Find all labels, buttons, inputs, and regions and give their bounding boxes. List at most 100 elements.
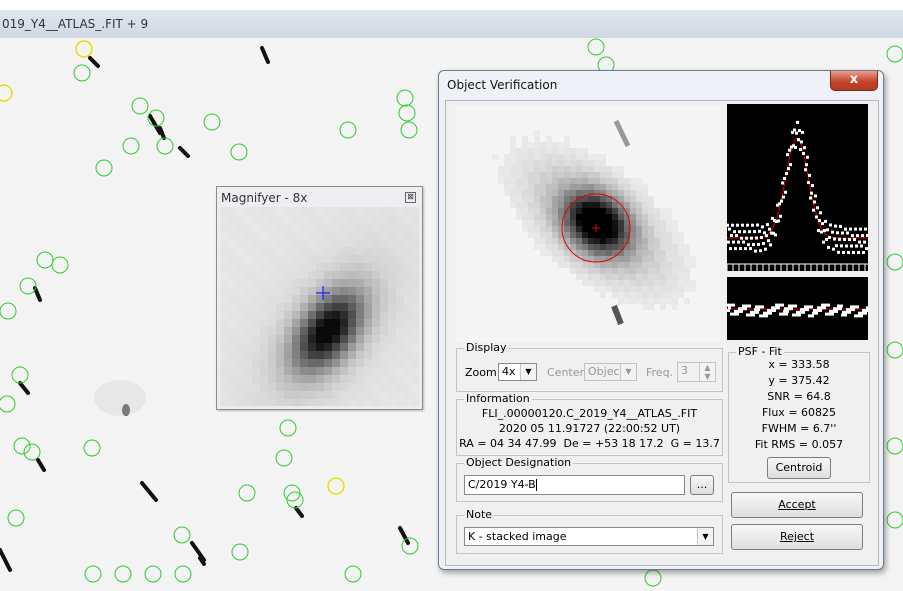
object-pixel [624, 286, 630, 292]
object-pixel [510, 196, 516, 202]
magnifier-pixel [252, 367, 260, 375]
note-select[interactable]: K - stacked image ▼ [464, 527, 714, 546]
browse-button[interactable]: ... [690, 475, 714, 495]
psf-data-point [771, 216, 774, 220]
object-pixel [564, 220, 570, 226]
residual-point [754, 308, 757, 312]
magnifier-pixel [356, 303, 364, 311]
psf-data-point [798, 129, 801, 133]
object-pixel [672, 262, 678, 268]
residual-point [773, 309, 776, 312]
object-pixel [654, 274, 660, 280]
object-pixel [510, 184, 516, 190]
psf-data-point [762, 242, 765, 245]
object-pixel [648, 250, 654, 256]
object-pixel [648, 262, 654, 268]
object-pixel [552, 244, 558, 250]
info-coordinates: RA = 04 34 47.99 De = +53 18 17.2 G = 13… [459, 437, 720, 450]
psf-data-point [751, 223, 754, 227]
freq-spinner[interactable]: 3 ▲ ▼ [677, 362, 716, 382]
magnifier-pixel [372, 287, 380, 295]
object-pixel [588, 160, 594, 166]
object-pixel [606, 232, 612, 238]
magnifier-pixel [220, 351, 228, 359]
object-pixel [654, 292, 660, 298]
object-pixel [540, 184, 546, 190]
chevron-down-icon[interactable]: ▼ [520, 364, 536, 380]
close-icon[interactable]: x [830, 71, 878, 91]
magnifier-pixel [364, 335, 372, 343]
magnifier-window[interactable]: Magnifyer - 8x ⊠ [216, 186, 423, 410]
object-verification-dialog[interactable]: Object Verification x Display Zoom 4x ▼ … [438, 70, 884, 570]
magnifier-pixel [364, 383, 372, 391]
magnifier-titlebar[interactable]: Magnifyer - 8x ⊠ [217, 187, 422, 207]
centroid-button[interactable]: Centroid [767, 457, 831, 479]
magnifier-pixel [412, 319, 419, 327]
object-pixel [684, 274, 690, 280]
accept-button[interactable]: Accept [731, 492, 863, 518]
object-pixel [594, 220, 600, 226]
magnifier-pixel [276, 223, 284, 231]
magnifier-pixel [372, 231, 380, 239]
magnifier-pixel [324, 271, 332, 279]
magnifier-pixel [260, 335, 268, 343]
object-image-view[interactable] [456, 106, 720, 342]
magnifier-pixel [284, 367, 292, 375]
object-pixel [546, 142, 552, 148]
magnifier-pixel [332, 367, 340, 375]
green-marker-circle [73, 64, 91, 82]
comet-coma [94, 380, 146, 416]
object-pixel [600, 274, 606, 280]
magnifier-close-icon[interactable]: ⊠ [405, 192, 416, 203]
chevron-down-icon[interactable]: ▼ [697, 528, 713, 545]
magnifier-pixel [404, 207, 412, 215]
object-pixel [528, 220, 534, 226]
object-pixel [552, 196, 558, 202]
magnifier-pixel [300, 383, 308, 391]
magnifier-pixel [220, 223, 228, 231]
psf-data-point [746, 223, 749, 227]
object-pixel [570, 154, 576, 160]
object-pixel [510, 154, 516, 160]
object-pixel [612, 238, 618, 244]
residual-point [779, 312, 782, 316]
psf-data-point [808, 173, 811, 177]
chevron-down-icon[interactable]: ▼ [620, 364, 636, 380]
magnifier-pixel [380, 231, 388, 239]
magnifier-pixel [380, 327, 388, 335]
magnifier-pixel [228, 327, 236, 335]
object-pixel [618, 274, 624, 280]
object-pixel [660, 238, 666, 244]
object-pixel [522, 178, 528, 184]
magnifier-pixel [324, 375, 332, 383]
object-pixel [576, 220, 582, 226]
magnifier-pixel [228, 399, 236, 406]
object-pixel [618, 238, 624, 244]
object-pixel [678, 292, 684, 298]
main-image-titlebar[interactable]: 019_Y4__ATLAS_.FIT + 9 [0, 10, 903, 39]
object-pixel [636, 298, 642, 304]
magnifier-pixel [388, 319, 396, 327]
residual-point [745, 304, 748, 308]
spin-up-down-icon[interactable]: ▲ ▼ [699, 363, 715, 381]
magnifier-pixel [380, 319, 388, 327]
center-select[interactable]: Object ▼ [584, 363, 637, 381]
magnifier-pixel [356, 399, 364, 406]
object-pixel [546, 232, 552, 238]
magnifier-pixel [340, 343, 348, 351]
object-pixel [624, 292, 630, 298]
psf-data-point [757, 242, 760, 246]
object-pixel [660, 298, 666, 304]
object-designation-input[interactable]: C/2019 Y4-B [464, 475, 685, 495]
psf-flux: Flux = 60825 [761, 406, 837, 419]
zoom-select[interactable]: 4x ▼ [498, 363, 537, 381]
psf-data-point [855, 244, 858, 248]
magnifier-pixel [324, 279, 332, 287]
magnifier-pixel [308, 207, 316, 215]
object-pixel [528, 160, 534, 166]
object-pixel [588, 220, 594, 226]
magnifier-pixel [268, 239, 276, 247]
object-pixel [624, 298, 630, 304]
reject-button[interactable]: Reject [731, 524, 863, 550]
magnifier-pixel [388, 375, 396, 383]
